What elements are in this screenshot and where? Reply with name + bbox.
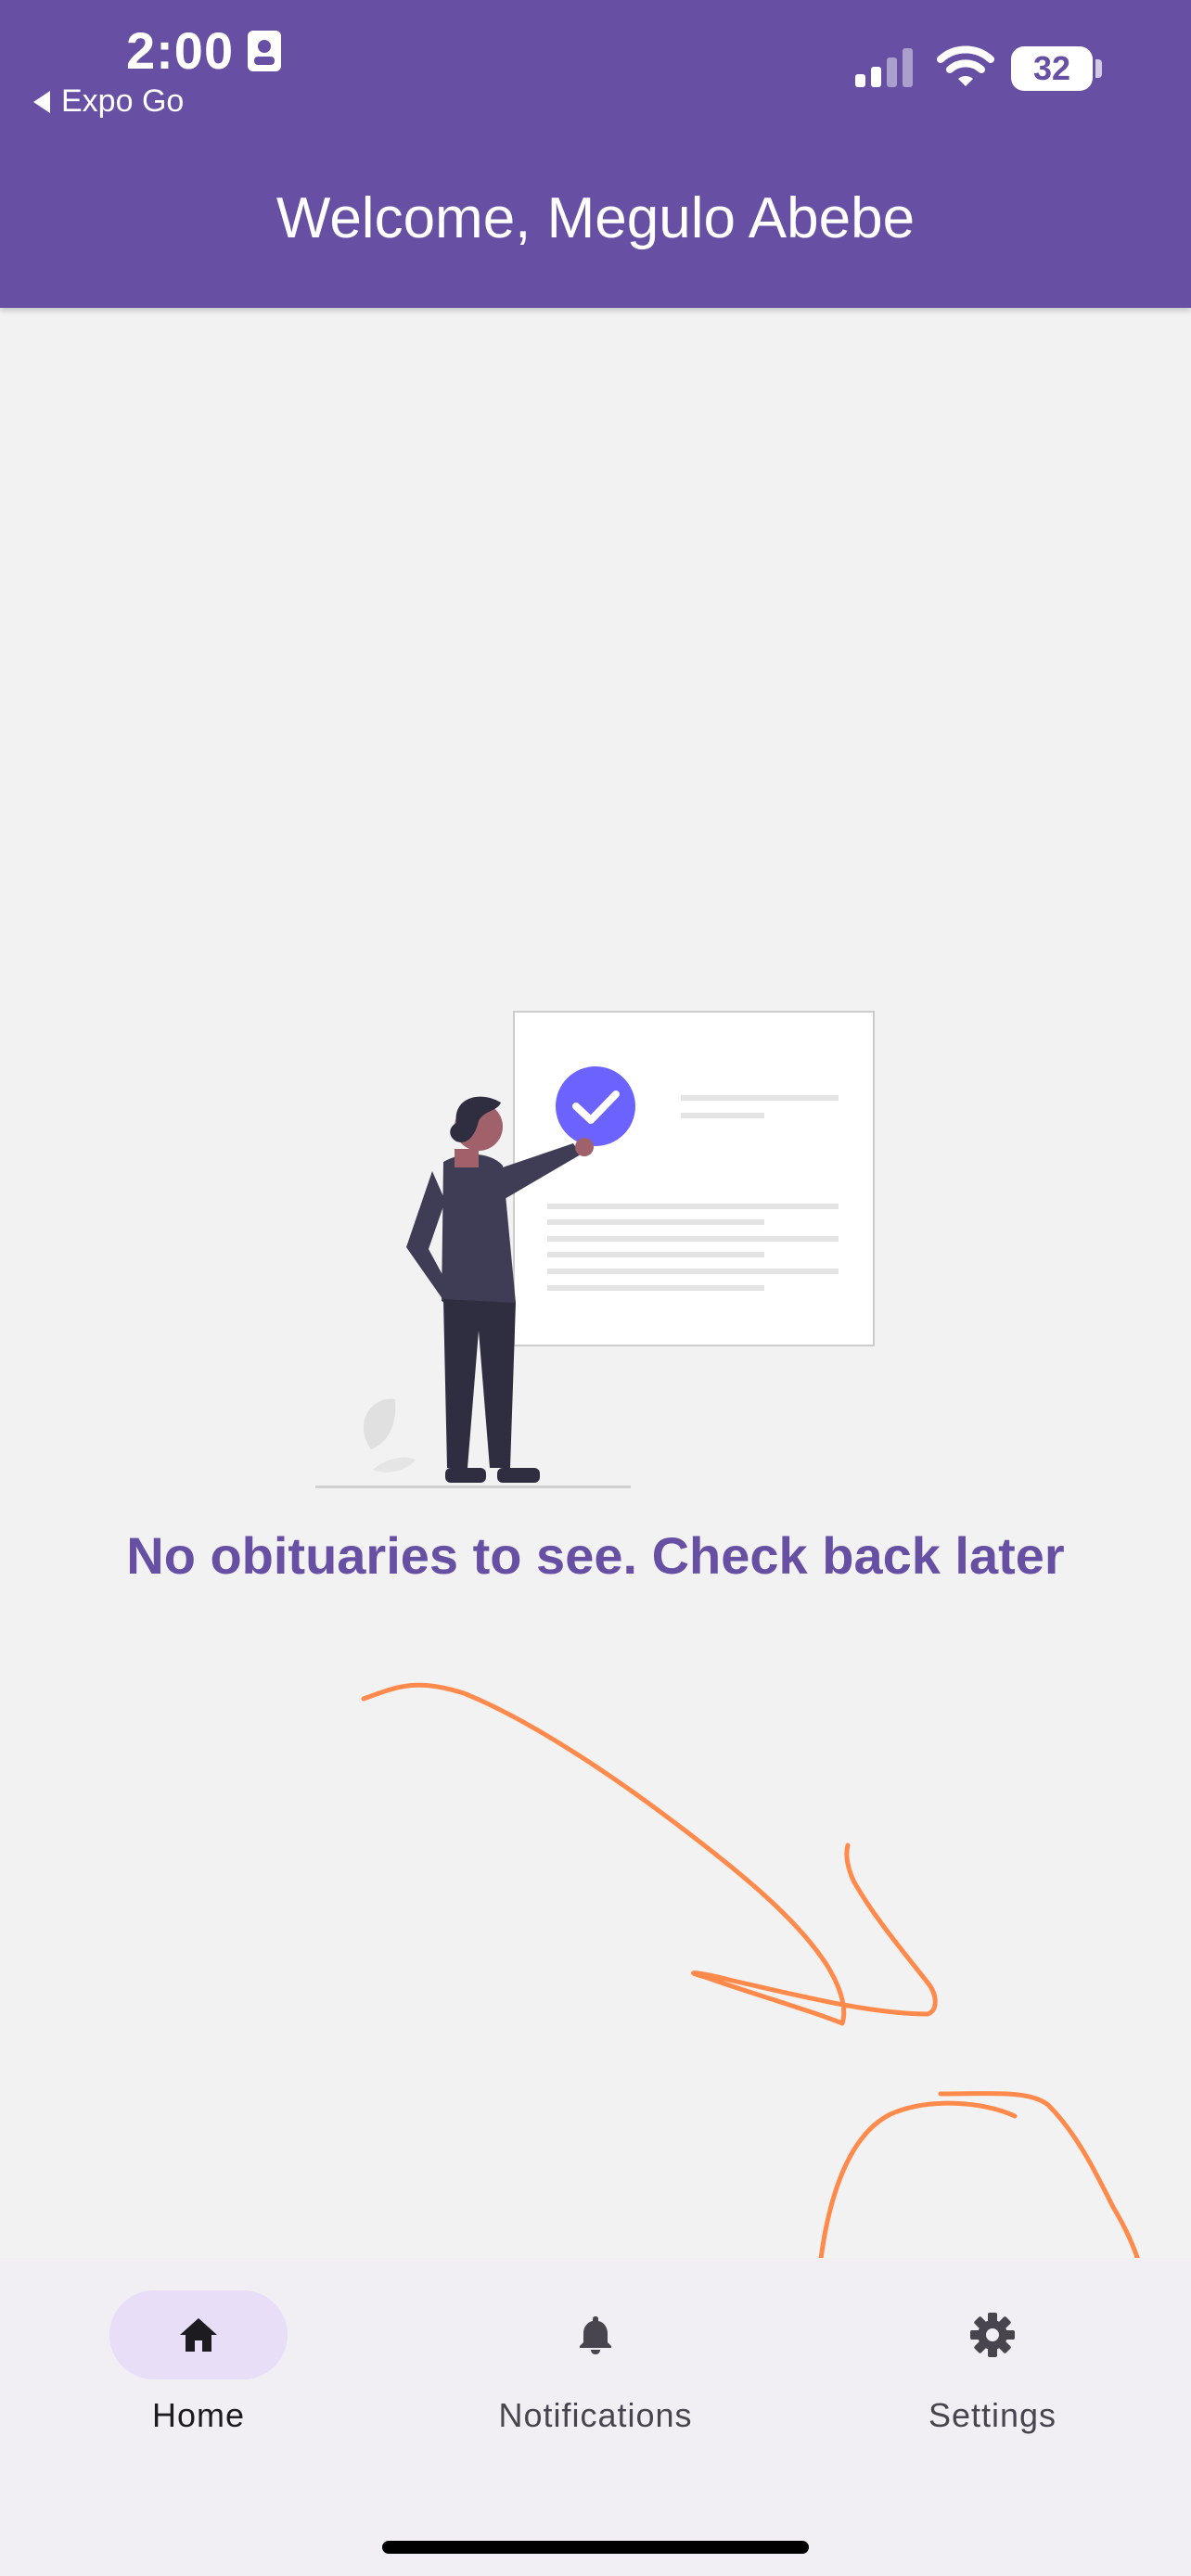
tab-settings-label: Settings	[928, 2396, 1057, 2434]
bell-icon	[580, 2316, 611, 2354]
battery-tip	[1095, 59, 1102, 78]
id-badge-icon	[248, 31, 281, 71]
tab-notifications[interactable]: Notifications	[397, 2290, 794, 2476]
back-arrow-icon	[33, 90, 50, 113]
bottom-navigation: Home Notifications Settings	[0, 2258, 1191, 2576]
back-label: Expo Go	[61, 83, 185, 119]
empty-state-message: No obituaries to see. Check back later	[126, 1526, 1065, 1585]
status-time: 2:00	[126, 21, 235, 80]
battery-level: 32	[1032, 49, 1071, 87]
battery-indicator: 32	[1011, 46, 1093, 91]
wifi-icon	[937, 45, 994, 86]
page-title: Welcome, Megulo Abebe	[275, 186, 916, 250]
tab-home[interactable]: Home	[0, 2290, 397, 2476]
cellular-signal-icon	[855, 48, 913, 87]
tab-notifications-label: Notifications	[498, 2396, 693, 2434]
home-indicator[interactable]	[382, 2541, 809, 2554]
app-header: 2:00 Expo Go 32 Welcome, Megulo Abebe	[0, 0, 1191, 308]
empty-state-illustration	[315, 1011, 875, 1488]
notifications-tab-indicator	[506, 2290, 685, 2379]
tab-home-label: Home	[151, 2396, 246, 2434]
home-tab-indicator	[109, 2290, 288, 2379]
gear-icon	[970, 2313, 1015, 2357]
tab-settings[interactable]: Settings	[794, 2290, 1191, 2476]
settings-tab-indicator	[903, 2290, 1082, 2379]
back-to-expo-go[interactable]: Expo Go	[33, 83, 184, 120]
home-icon	[180, 2318, 217, 2352]
